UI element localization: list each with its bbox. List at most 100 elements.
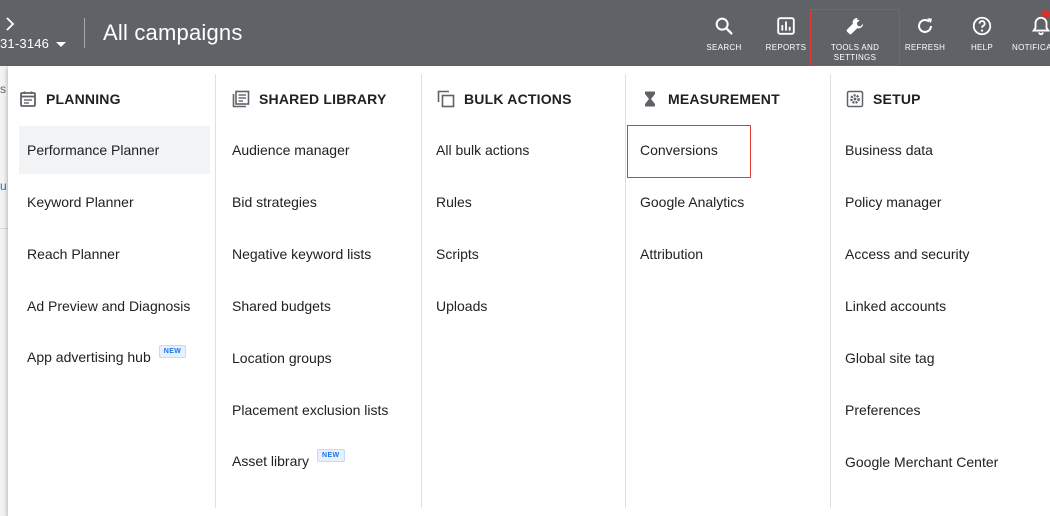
menu-item-business-data[interactable]: Business data	[837, 126, 933, 174]
column-planning: PLANNING Performance Planner Keyword Pla…	[8, 66, 216, 516]
tools-settings-menu: PLANNING Performance Planner Keyword Pla…	[8, 66, 1050, 516]
menu-item-label: Policy manager	[845, 194, 942, 210]
menu-item-bid-strategies[interactable]: Bid strategies	[224, 178, 317, 226]
top-header-bar: 31-3146 All campaigns SEARCH REPORTS TOO…	[0, 0, 1050, 66]
notifications-button-label: NOTIFICATIONS	[1012, 43, 1050, 52]
menu-item-linked-accounts[interactable]: Linked accounts	[837, 282, 946, 330]
menu-item-preferences[interactable]: Preferences	[837, 386, 920, 434]
caret-down-icon	[56, 41, 67, 47]
planning-heading: PLANNING	[19, 90, 121, 108]
menu-item-label: App advertising hub	[27, 349, 151, 365]
search-button-label: SEARCH	[706, 43, 742, 52]
reports-button-label: REPORTS	[765, 43, 807, 52]
hourglass-icon	[645, 91, 655, 107]
menu-item-global-site-tag[interactable]: Global site tag	[837, 334, 935, 382]
menu-item-policy-manager[interactable]: Policy manager	[837, 178, 942, 226]
menu-item-label: Rules	[436, 194, 472, 210]
menu-item-shared-budgets[interactable]: Shared budgets	[224, 282, 331, 330]
planning-heading-label: PLANNING	[46, 91, 121, 107]
column-bulk-actions: BULK ACTIONS All bulk actions Rules Scri…	[422, 66, 626, 516]
menu-item-label: Global site tag	[845, 350, 935, 366]
help-button-label: HELP	[970, 43, 994, 52]
menu-item-label: Location groups	[232, 350, 332, 366]
gear-icon	[846, 90, 864, 108]
menu-item-label: Linked accounts	[845, 298, 947, 314]
chevron-right-icon[interactable]	[4, 16, 18, 32]
measurement-heading: MEASUREMENT	[641, 90, 780, 108]
account-selector[interactable]: 31-3146	[0, 36, 67, 51]
menu-item-rules[interactable]: Rules	[428, 178, 472, 226]
background-divider	[0, 228, 8, 229]
menu-item-google-analytics[interactable]: Google Analytics	[632, 178, 744, 226]
menu-item-label: Google Analytics	[640, 194, 745, 210]
menu-item-label: Attribution	[640, 246, 704, 262]
menu-item-negative-keyword-lists[interactable]: Negative keyword lists	[224, 230, 371, 278]
column-divider	[215, 74, 216, 508]
shared-library-heading-label: SHARED LIBRARY	[259, 91, 387, 107]
menu-item-access-and-security[interactable]: Access and security	[837, 230, 970, 278]
background-text-s: s	[0, 82, 6, 96]
menu-item-label: Performance Planner	[27, 142, 160, 158]
column-shared-library: SHARED LIBRARY Audience manager Bid stra…	[217, 66, 422, 516]
menu-item-label: Ad Preview and Diagnosis	[27, 298, 191, 314]
tools-highlight-box	[810, 9, 900, 66]
menu-item-label: Business data	[845, 142, 933, 158]
refresh-button[interactable]: REFRESH	[902, 0, 948, 66]
conversions-highlight-box	[627, 125, 751, 178]
menu-item-label: All bulk actions	[436, 142, 530, 158]
measurement-heading-label: MEASUREMENT	[668, 91, 780, 107]
menu-item-all-bulk-actions[interactable]: All bulk actions	[428, 126, 529, 174]
menu-item-location-groups[interactable]: Location groups	[224, 334, 332, 382]
new-badge: NEW	[317, 449, 345, 462]
page-title: All campaigns	[103, 20, 243, 45]
menu-item-label: Reach Planner	[27, 246, 120, 262]
help-icon	[972, 16, 992, 36]
notification-dot	[1042, 10, 1050, 18]
menu-item-label: Shared budgets	[232, 298, 331, 314]
menu-item-label: Keyword Planner	[27, 194, 134, 210]
reports-icon	[777, 17, 795, 35]
refresh-icon	[918, 18, 932, 33]
menu-item-attribution[interactable]: Attribution	[632, 230, 703, 278]
menu-item-label: Access and security	[845, 246, 970, 262]
menu-item-label: Uploads	[436, 298, 488, 314]
reports-button[interactable]: REPORTS	[762, 0, 810, 66]
menu-item-label: Asset library	[232, 453, 310, 469]
menu-item-label: Preferences	[845, 402, 921, 418]
new-badge: NEW	[158, 345, 187, 358]
menu-item-reach-planner[interactable]: Reach Planner	[19, 230, 120, 278]
copy-icon	[437, 90, 455, 108]
menu-item-label: Placement exclusion lists	[232, 402, 389, 418]
bell-icon	[1031, 16, 1050, 36]
help-button[interactable]: HELP	[960, 0, 1004, 66]
menu-item-scripts[interactable]: Scripts	[428, 230, 479, 278]
menu-item-label: Google Merchant Center	[845, 454, 999, 470]
menu-item-keyword-planner[interactable]: Keyword Planner	[19, 178, 134, 226]
menu-item-audience-manager[interactable]: Audience manager	[224, 126, 350, 174]
menu-item-label: Scripts	[436, 246, 479, 262]
search-icon	[715, 17, 733, 35]
menu-item-performance-planner[interactable]: Performance Planner	[19, 126, 210, 174]
menu-item-google-merchant-center[interactable]: Google Merchant Center	[837, 438, 998, 486]
menu-item-asset-library[interactable]: Asset library NEW	[224, 437, 345, 485]
search-button[interactable]: SEARCH	[700, 0, 748, 66]
background-text-u: u	[0, 179, 7, 193]
column-setup: SETUP Business data Policy manager Acces…	[831, 66, 1050, 516]
library-icon	[232, 90, 250, 108]
menu-item-label: Negative keyword lists	[232, 246, 372, 262]
bulk-actions-heading-label: BULK ACTIONS	[464, 91, 572, 107]
menu-item-app-advertising-hub[interactable]: App advertising hub NEW	[19, 333, 187, 381]
menu-item-uploads[interactable]: Uploads	[428, 282, 487, 330]
menu-item-ad-preview[interactable]: Ad Preview and Diagnosis	[19, 282, 190, 330]
header-divider	[84, 18, 85, 48]
menu-item-placement-exclusion-lists[interactable]: Placement exclusion lists	[224, 386, 388, 434]
bulk-actions-heading: BULK ACTIONS	[437, 90, 572, 108]
calendar-icon	[20, 91, 36, 107]
shared-library-heading: SHARED LIBRARY	[232, 90, 387, 108]
menu-item-label: Bid strategies	[232, 194, 317, 210]
menu-item-label: Audience manager	[232, 142, 350, 158]
setup-heading-label: SETUP	[873, 91, 921, 107]
account-id: 31-3146	[0, 36, 50, 51]
setup-heading: SETUP	[846, 90, 921, 108]
refresh-button-label: REFRESH	[904, 43, 946, 52]
